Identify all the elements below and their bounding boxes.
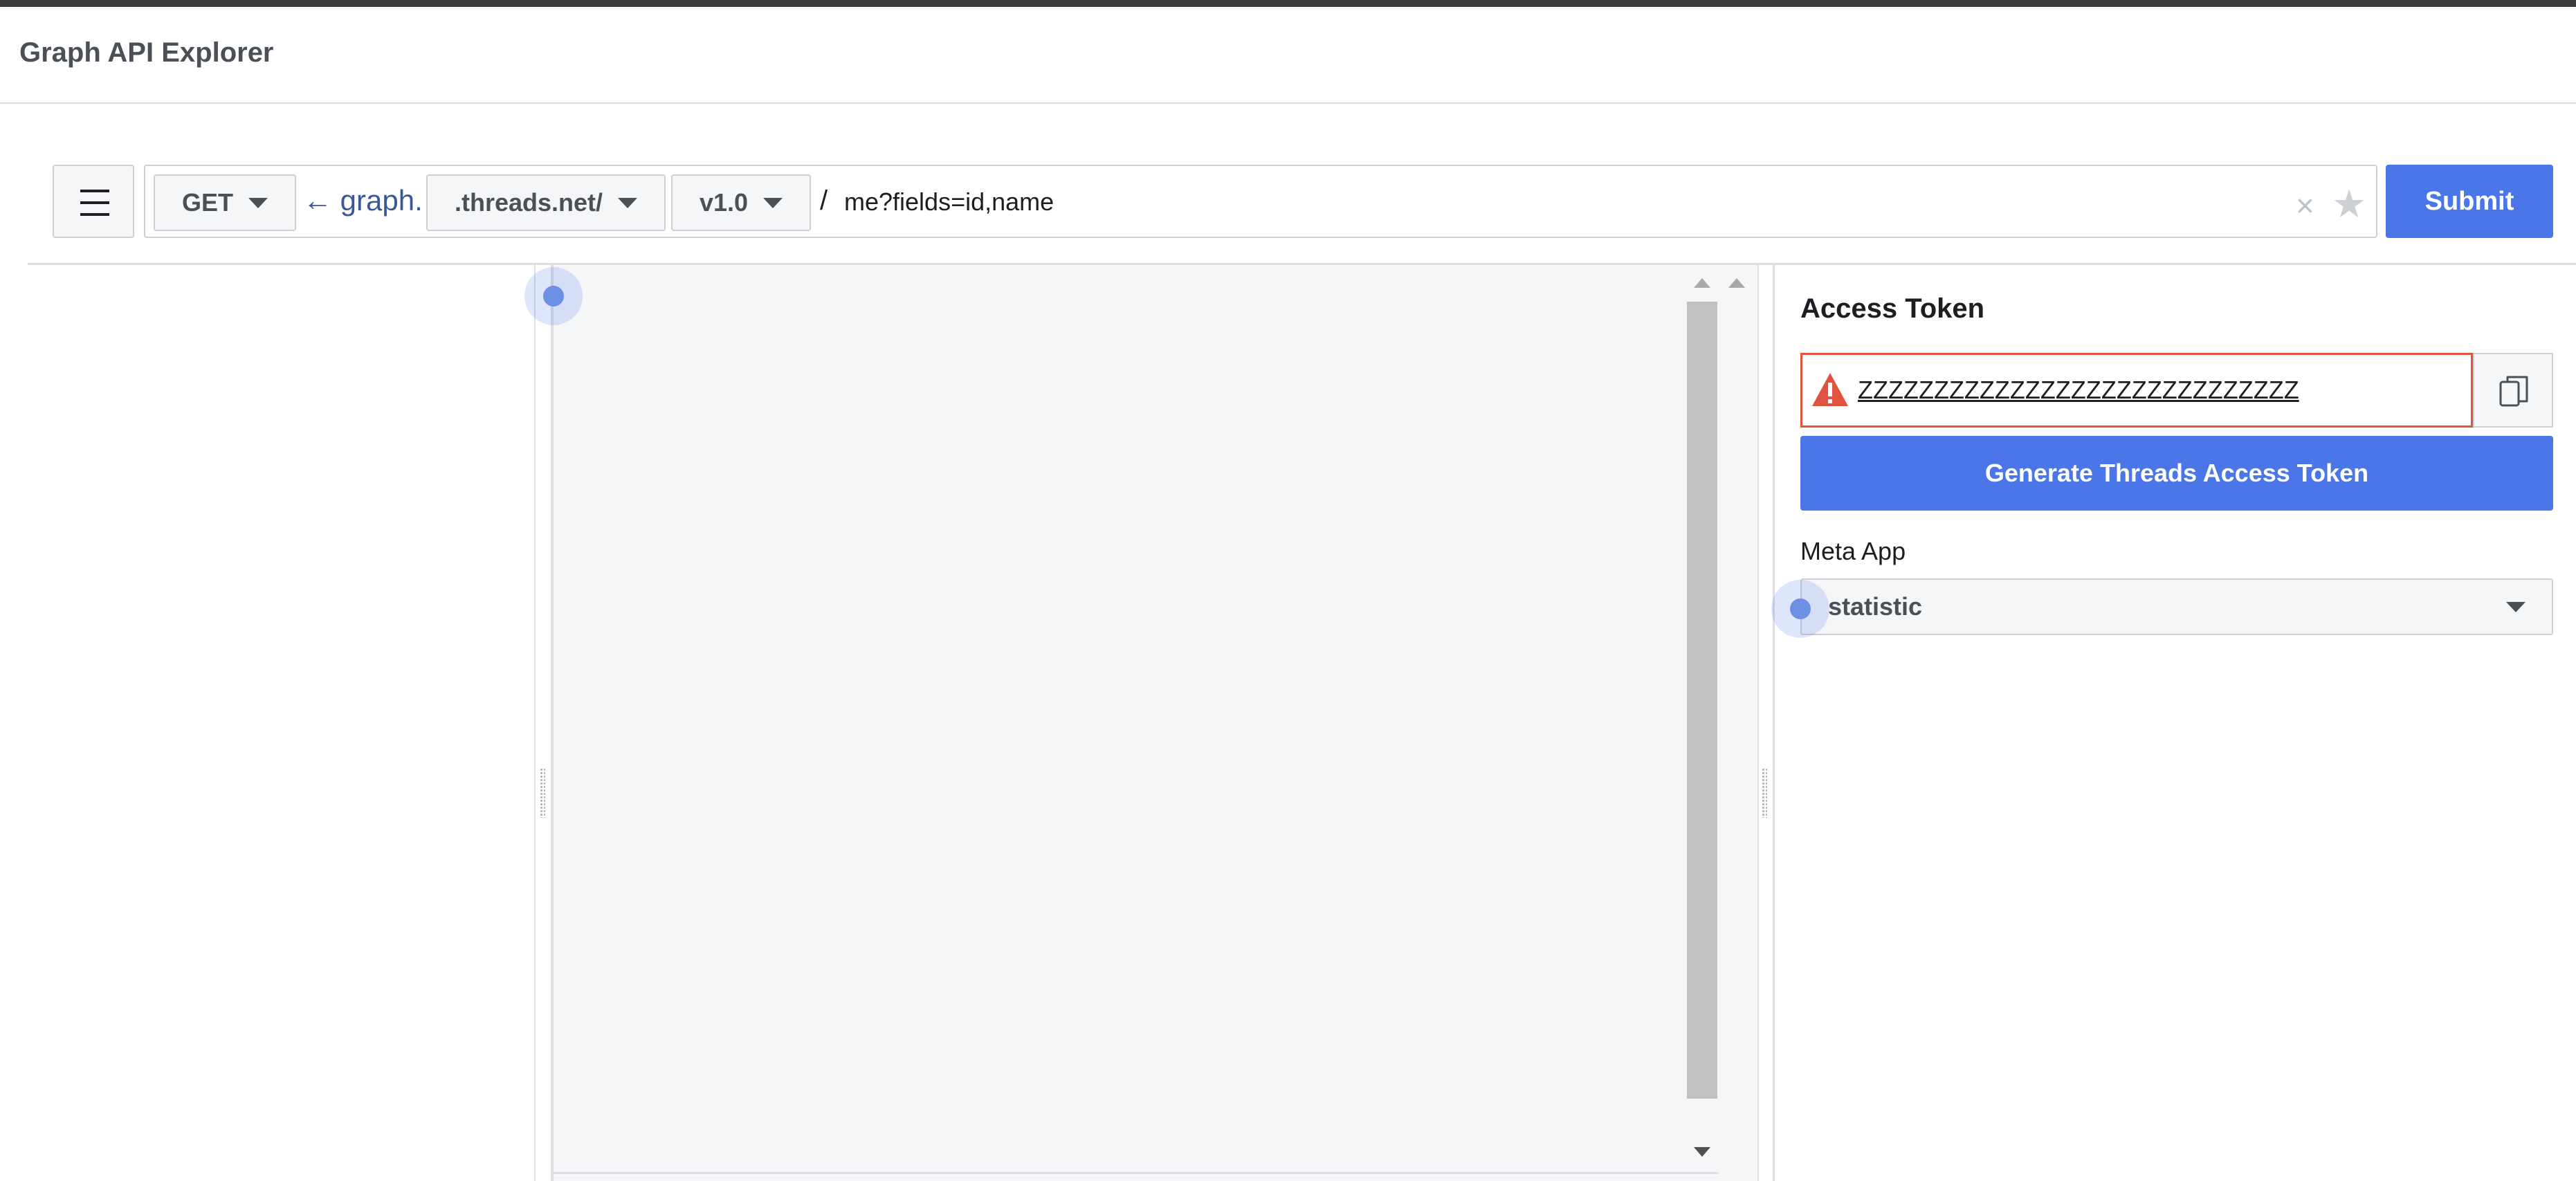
right-resize-handle[interactable] bbox=[1762, 768, 1767, 818]
warning-icon bbox=[1812, 373, 1848, 406]
version-select-value: v1.0 bbox=[699, 188, 749, 217]
menu-button[interactable] bbox=[53, 165, 134, 238]
caret-down-icon bbox=[618, 197, 638, 208]
copy-icon bbox=[2499, 376, 2528, 407]
scroll-down-arrow-icon[interactable] bbox=[1694, 1147, 1710, 1157]
caret-down-icon bbox=[763, 197, 783, 208]
version-select[interactable]: v1.0 bbox=[671, 174, 811, 231]
meta-app-select-value: statistic bbox=[1828, 592, 1923, 621]
focus-indicator bbox=[524, 267, 583, 325]
response-pane-bottom-border bbox=[554, 1172, 1719, 1174]
graph-host-prefix: ← graph. bbox=[303, 184, 423, 217]
app-title: Graph API Explorer bbox=[19, 37, 274, 68]
app-header: Graph API Explorer bbox=[0, 7, 2576, 104]
left-resize-handle[interactable] bbox=[540, 768, 545, 818]
scroll-up-arrow-icon[interactable] bbox=[1694, 278, 1710, 288]
right-splitter bbox=[1757, 265, 1774, 1181]
focus-indicator bbox=[1771, 580, 1829, 638]
vertical-scrollbar-thumb[interactable] bbox=[1687, 302, 1717, 1099]
query-bar: GET ← graph. .threads.net/ v1.0 / × ★ bbox=[144, 165, 2377, 238]
access-token-input[interactable] bbox=[1858, 367, 2460, 413]
method-select[interactable]: GET bbox=[154, 174, 296, 231]
access-token-heading: Access Token bbox=[1800, 293, 1985, 324]
close-icon[interactable]: × bbox=[2296, 187, 2314, 224]
submit-button[interactable]: Submit bbox=[2386, 165, 2553, 238]
access-token-field bbox=[1800, 353, 2473, 428]
top-accent-bar bbox=[0, 0, 2576, 7]
domain-select-value: .threads.net/ bbox=[454, 188, 603, 217]
copy-token-button[interactable] bbox=[2473, 353, 2553, 428]
query-path-input[interactable] bbox=[844, 178, 2269, 226]
method-select-value: GET bbox=[181, 188, 233, 217]
caret-down-icon bbox=[2506, 602, 2525, 612]
meta-app-select[interactable]: statistic bbox=[1800, 578, 2553, 635]
domain-select[interactable]: .threads.net/ bbox=[426, 174, 666, 231]
caret-down-icon bbox=[248, 197, 268, 208]
star-icon[interactable]: ★ bbox=[2332, 181, 2366, 227]
scroll-up-arrow-icon[interactable] bbox=[1728, 278, 1745, 288]
path-separator: / bbox=[820, 185, 828, 216]
generate-token-button[interactable]: Generate Threads Access Token bbox=[1800, 436, 2553, 511]
sidebar-border bbox=[1773, 265, 1775, 1181]
meta-app-label: Meta App bbox=[1800, 537, 1906, 565]
response-pane[interactable] bbox=[551, 265, 1757, 1181]
explorer-panel-border bbox=[534, 265, 536, 1181]
